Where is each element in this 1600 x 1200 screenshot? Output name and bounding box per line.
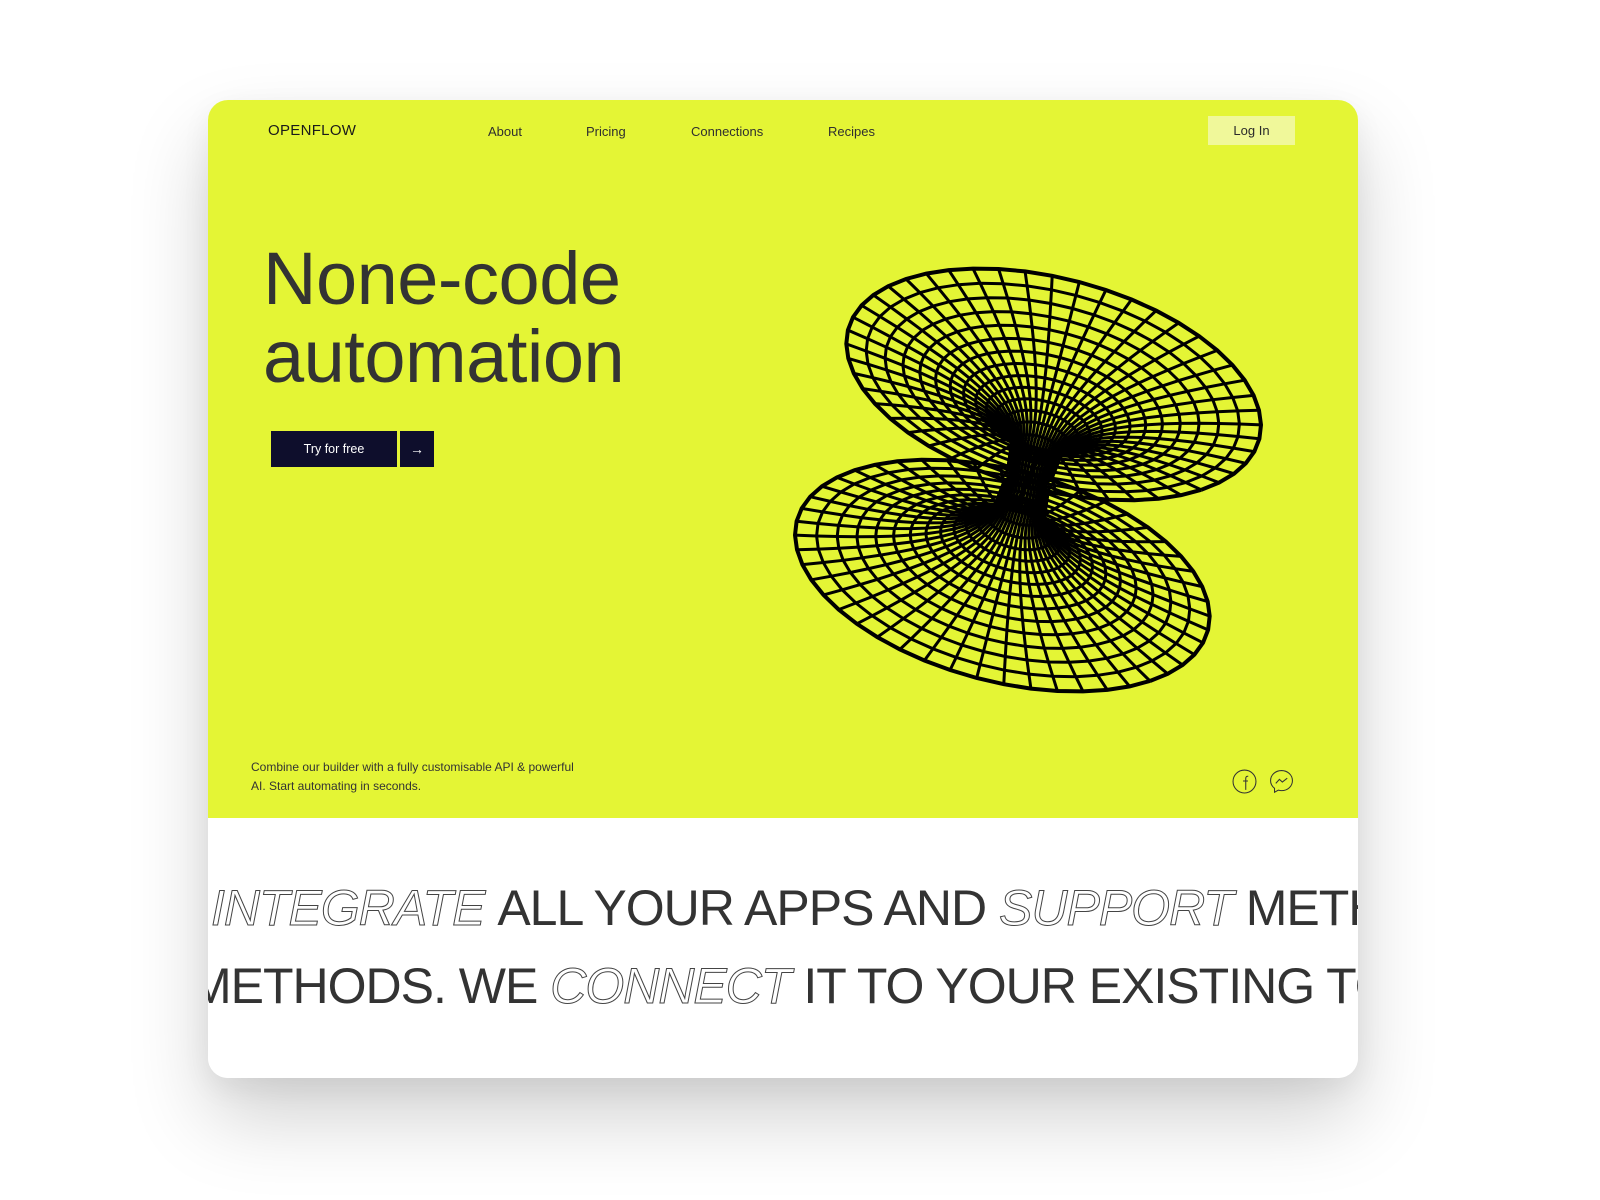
nav-recipes[interactable]: Recipes: [828, 124, 875, 139]
arrow-right-button[interactable]: →: [400, 431, 434, 467]
marquee-italic-word: SUPPORT: [999, 880, 1246, 937]
logo[interactable]: OPENFLOW: [268, 122, 356, 139]
facebook-icon[interactable]: [1232, 769, 1257, 794]
messenger-icon[interactable]: [1269, 769, 1294, 794]
hero-description: Combine our builder with a fully customi…: [251, 760, 574, 793]
nav-about[interactable]: About: [488, 124, 522, 139]
headline-line-1: None-code: [263, 237, 621, 320]
landing-page-card: OPENFLOW About Pricing Connections Recip…: [208, 100, 1358, 1078]
marquee-italic-word: INTEGRATE: [210, 880, 498, 937]
hero-headline: None-code automation: [263, 240, 763, 396]
marquee-line-2: METHODS. WE CONNECT IT TO YOUR EXISTING …: [208, 958, 1358, 1015]
wireframe-hyperboloid-graphic: [792, 266, 1264, 694]
login-button[interactable]: Log In: [1208, 116, 1295, 145]
marquee-text: IT TO YOUR EXISTING TOOLS: [803, 958, 1358, 1014]
marquee-text: ALL YOUR APPS AND: [497, 880, 1000, 936]
arrow-right-icon: →: [410, 441, 424, 457]
nav-pricing[interactable]: Pricing: [586, 124, 626, 139]
marquee-text: METHODS. WE: [208, 958, 551, 1014]
marquee-line-1: INTEGRATE ALL YOUR APPS AND SUPPORT METH…: [210, 880, 1358, 937]
headline-line-2: automation: [263, 315, 625, 398]
cta-group: Try for free →: [271, 431, 434, 467]
marquee-text: METHODS.: [1245, 880, 1358, 936]
try-for-free-button[interactable]: Try for free: [271, 431, 397, 467]
marquee-italic-word: CONNECT: [550, 958, 804, 1015]
wireframe-mesh: [792, 266, 1264, 694]
nav-connections[interactable]: Connections: [691, 124, 763, 139]
marquee-section: INTEGRATE ALL YOUR APPS AND SUPPORT METH…: [208, 818, 1358, 1078]
hero-section: OPENFLOW About Pricing Connections Recip…: [208, 100, 1358, 818]
